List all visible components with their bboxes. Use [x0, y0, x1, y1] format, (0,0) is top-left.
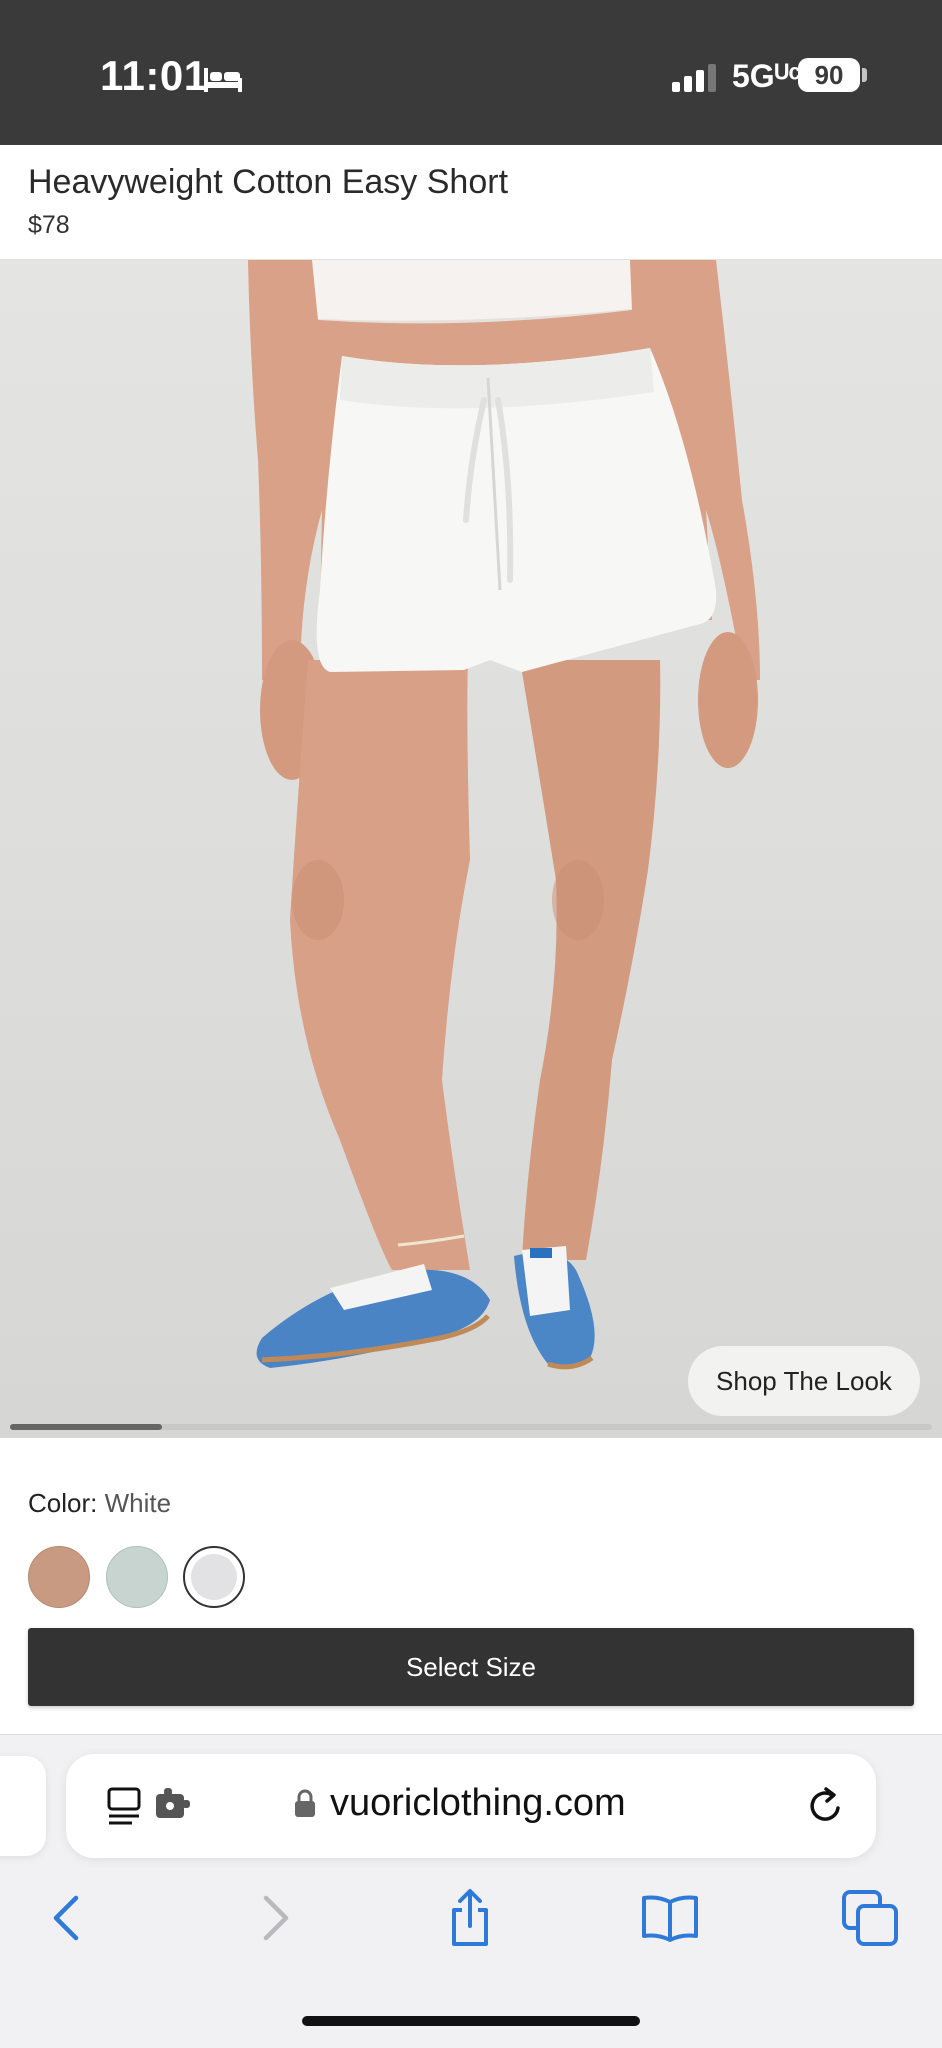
- color-swatch-white-fill: [191, 1554, 237, 1600]
- carousel-progress-bar[interactable]: [10, 1424, 932, 1430]
- product-price: $78: [28, 211, 70, 239]
- product-header: Heavyweight Cotton Easy Short $78: [0, 145, 942, 260]
- url-text[interactable]: vuoriclothing.com: [330, 1782, 626, 1825]
- color-swatch-tan[interactable]: [28, 1546, 90, 1608]
- back-icon[interactable]: [40, 1888, 100, 1948]
- product-title: Heavyweight Cotton Easy Short: [28, 163, 509, 201]
- address-bar[interactable]: vuoriclothing.com: [66, 1754, 876, 1858]
- color-swatch-white-selected[interactable]: [183, 1546, 245, 1608]
- product-photo: [248, 260, 760, 1370]
- reader-icon[interactable]: [106, 1786, 146, 1828]
- shop-the-look-button[interactable]: Shop The Look: [688, 1346, 920, 1416]
- forward-icon[interactable]: [242, 1888, 302, 1948]
- network-type: 5Gᵁᶜ: [732, 58, 801, 94]
- battery-tip: [862, 68, 867, 82]
- extension-icon[interactable]: [154, 1788, 194, 1822]
- reload-icon[interactable]: [806, 1786, 846, 1826]
- selected-color-name: White: [104, 1488, 172, 1518]
- color-label-text: Color: [28, 1488, 91, 1518]
- sleep-focus-icon: [204, 68, 242, 92]
- status-bar: 11:01 5Gᵁᶜ 90: [0, 0, 942, 145]
- status-time: 11:01: [100, 52, 208, 99]
- cellular-signal-icon: [672, 64, 716, 92]
- lock-icon: [295, 1789, 315, 1817]
- select-size-button[interactable]: Select Size: [28, 1628, 914, 1706]
- share-icon[interactable]: [440, 1888, 500, 1948]
- color-swatch-sage[interactable]: [106, 1546, 168, 1608]
- carousel-progress-thumb[interactable]: [10, 1424, 162, 1430]
- color-label: Color: White: [28, 1488, 171, 1519]
- tabs-icon[interactable]: [840, 1888, 900, 1948]
- home-indicator: [302, 2016, 640, 2026]
- bookmarks-icon[interactable]: [640, 1888, 700, 1948]
- battery-indicator: 90: [798, 58, 860, 92]
- product-image-carousel[interactable]: [0, 260, 942, 1438]
- previous-tab-peek[interactable]: [0, 1756, 46, 1856]
- color-label-separator: :: [90, 1488, 105, 1518]
